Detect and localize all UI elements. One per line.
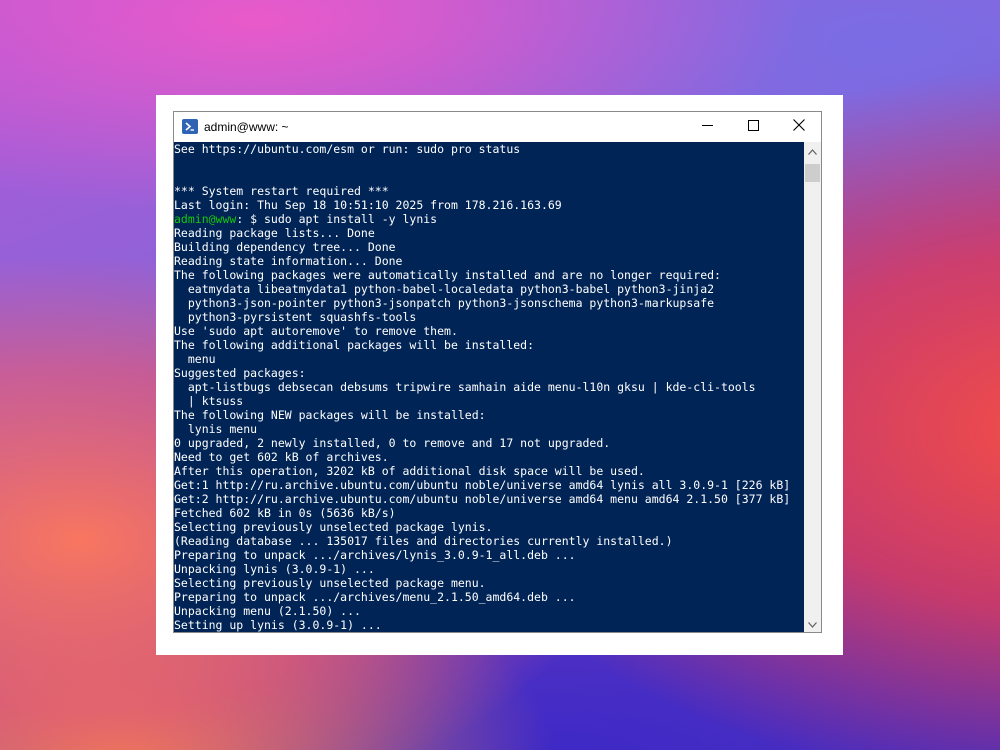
terminal-line: | ktsuss bbox=[174, 394, 244, 408]
close-icon bbox=[793, 118, 805, 136]
terminal-line: See https://ubuntu.com/esm or run: sudo … bbox=[174, 142, 521, 156]
terminal-line: Need to get 602 kB of archives. bbox=[174, 450, 389, 464]
terminal-line: apt-listbugs debsecan debsums tripwire s… bbox=[174, 380, 756, 394]
terminal-line: Unpacking menu (2.1.50) ... bbox=[174, 604, 361, 618]
terminal-line: The following packages were automaticall… bbox=[174, 268, 721, 282]
terminal-line: Get:2 http://ru.archive.ubuntu.com/ubunt… bbox=[174, 492, 791, 506]
terminal-line: python3-pyrsistent squashfs-tools bbox=[174, 310, 417, 324]
scrollbar-thumb[interactable] bbox=[805, 164, 820, 182]
scroll-down-button[interactable] bbox=[804, 615, 821, 632]
terminal-line: Preparing to unpack .../archives/menu_2.… bbox=[174, 590, 576, 604]
maximize-icon bbox=[747, 118, 759, 136]
terminal-line: Get:1 http://ru.archive.ubuntu.com/ubunt… bbox=[174, 478, 791, 492]
terminal-line: 0 upgraded, 2 newly installed, 0 to remo… bbox=[174, 436, 611, 450]
scroll-down-arrow-icon bbox=[808, 615, 817, 633]
terminal-line: Building dependency tree... Done bbox=[174, 240, 396, 254]
terminal-lines: See https://ubuntu.com/esm or run: sudo … bbox=[174, 142, 790, 632]
terminal-line: python3-json-pointer python3-jsonpatch p… bbox=[174, 296, 715, 310]
terminal-line: The following NEW packages will be insta… bbox=[174, 408, 486, 422]
terminal-line: Unpacking lynis (3.0.9-1) ... bbox=[174, 562, 375, 576]
terminal-output[interactable]: See https://ubuntu.com/esm or run: sudo … bbox=[174, 142, 804, 632]
terminal-line: Selecting previously unselected package … bbox=[174, 576, 486, 590]
terminal-line: Fetched 602 kB in 0s (5636 kB/s) bbox=[174, 506, 396, 520]
terminal-line: lynis menu bbox=[174, 422, 258, 436]
title-bar[interactable]: admin@www: ~ bbox=[174, 112, 821, 142]
terminal-line: After this operation, 3202 kB of additio… bbox=[174, 464, 645, 478]
maximize-button[interactable] bbox=[730, 112, 776, 142]
terminal-line: Use 'sudo apt autoremove' to remove them… bbox=[174, 324, 458, 338]
terminal-line: Reading package lists... Done bbox=[174, 226, 375, 240]
terminal-line: Reading state information... Done bbox=[174, 254, 403, 268]
prompt-user-host: admin@www bbox=[174, 212, 237, 226]
terminal-line: Setting up lynis (3.0.9-1) ... bbox=[174, 618, 382, 632]
terminal-line: Last login: Thu Sep 18 10:51:10 2025 fro… bbox=[174, 198, 562, 212]
close-button[interactable] bbox=[776, 112, 822, 142]
terminal-line: The following additional packages will b… bbox=[174, 338, 535, 352]
minimize-button[interactable] bbox=[684, 112, 730, 142]
scroll-up-button[interactable] bbox=[804, 142, 821, 159]
terminal-line: eatmydata libeatmydata1 python-babel-loc… bbox=[174, 282, 715, 296]
terminal-line: Selecting previously unselected package … bbox=[174, 520, 493, 534]
terminal-line: Preparing to unpack .../archives/lynis_3… bbox=[174, 548, 576, 562]
prompt-command: : $ sudo apt install -y lynis bbox=[236, 212, 438, 226]
vertical-scrollbar[interactable] bbox=[804, 142, 821, 632]
terminal-window[interactable]: admin@www: ~ See https://ubuntu.com/esm … bbox=[173, 111, 822, 633]
scroll-up-arrow-icon bbox=[808, 142, 817, 160]
minimize-icon bbox=[701, 118, 713, 136]
terminal-line: (Reading database ... 135017 files and d… bbox=[174, 534, 673, 548]
window-title: admin@www: ~ bbox=[204, 120, 289, 134]
command-prompt-line: admin@www: $ sudo apt install -y lynis bbox=[174, 212, 790, 226]
terminal-line: menu bbox=[174, 352, 216, 366]
powershell-icon bbox=[182, 119, 198, 134]
terminal-line: *** System restart required *** bbox=[174, 184, 389, 198]
terminal-line: Suggested packages: bbox=[174, 366, 306, 380]
